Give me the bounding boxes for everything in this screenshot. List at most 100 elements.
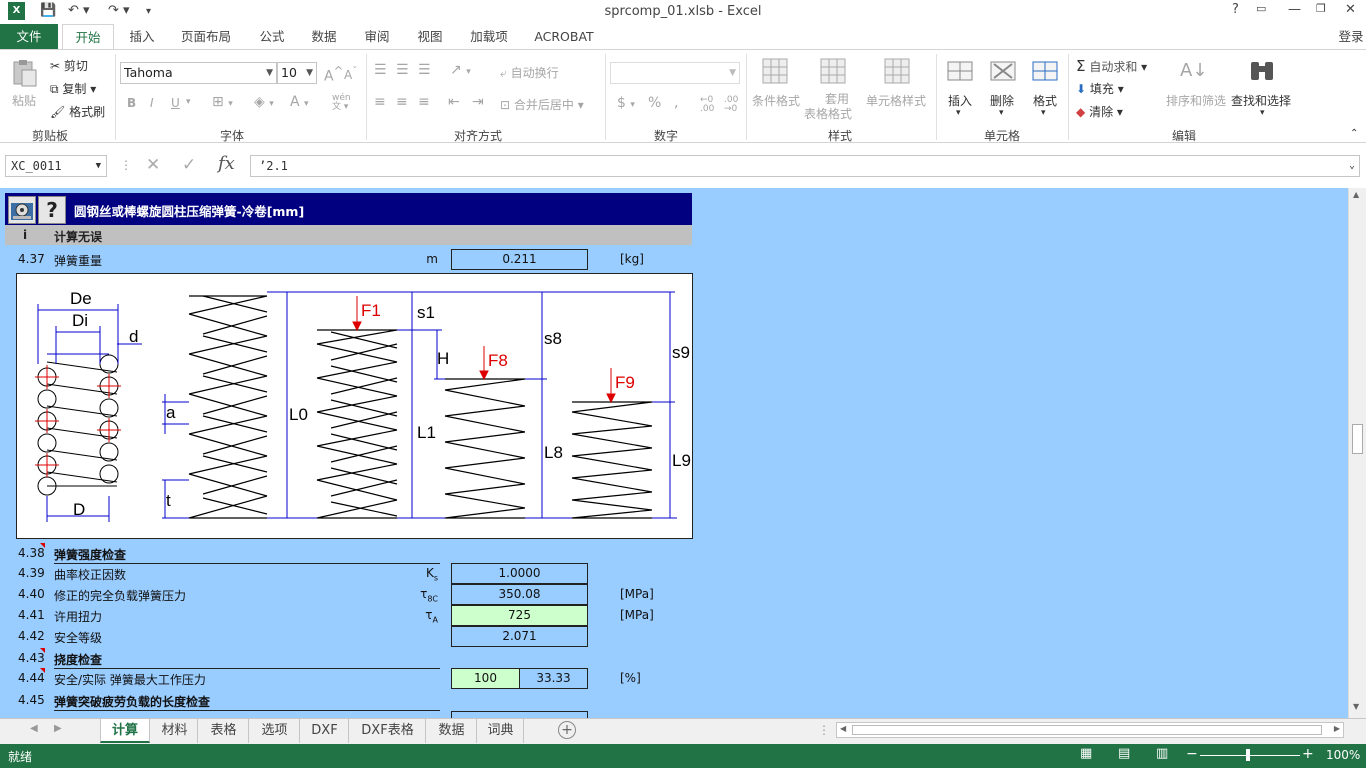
autosum-button[interactable]: Σ 自动求和 ▾ <box>1076 57 1147 75</box>
decrease-font-icon[interactable]: Aˇ <box>344 66 357 82</box>
add-sheet-icon[interactable]: + <box>558 721 576 739</box>
chevron-down-icon[interactable]: ▾ <box>186 97 191 107</box>
currency-button[interactable]: $ ▾ <box>617 95 635 111</box>
phonetic-icon[interactable]: wén 文 ▾ <box>332 94 351 112</box>
sheet-tab-data[interactable]: 数据 <box>427 719 477 743</box>
expand-formula-icon[interactable]: ⌄ <box>1349 156 1355 176</box>
row-value[interactable]: 2.071 <box>451 626 588 647</box>
orientation-icon[interactable]: ↗ ▾ <box>450 62 471 78</box>
decrease-indent-icon[interactable]: ⇤ <box>448 94 460 110</box>
help-button[interactable]: ? <box>1232 2 1239 17</box>
font-name-select[interactable]: Tahoma ▼ <box>120 62 277 84</box>
align-right-icon[interactable]: ≡ <box>418 94 430 110</box>
zoom-slider[interactable] <box>1200 755 1300 756</box>
tab-file[interactable]: 文件 <box>0 24 58 49</box>
binoculars-icon[interactable] <box>1247 56 1277 86</box>
increase-font-icon[interactable]: A^ <box>324 64 343 85</box>
decrease-decimal-icon[interactable]: .00 →0 <box>724 96 738 114</box>
percent-button[interactable]: % <box>648 95 661 111</box>
align-top-icon[interactable]: ☰ <box>374 62 387 78</box>
page-layout-view-icon[interactable]: ▤ <box>1118 746 1130 761</box>
scroll-up-icon[interactable]: ▲ <box>1353 190 1359 199</box>
clear-button[interactable]: ◆ 清除 ▾ <box>1076 103 1123 120</box>
bold-button[interactable]: B <box>127 96 136 110</box>
tab-data[interactable]: 数据 <box>304 24 344 49</box>
paste-button[interactable]: 粘贴 <box>12 92 36 109</box>
sheet-tab-dictionary[interactable]: 词典 <box>478 719 524 743</box>
tab-home[interactable]: 开始 <box>62 24 114 50</box>
merge-center-button[interactable]: ⊡ 合并后居中 ▾ <box>500 96 584 113</box>
prev-sheet-icon[interactable]: ◀ <box>30 723 38 734</box>
tab-insert[interactable]: 插入 <box>122 24 162 49</box>
fill-color-icon[interactable]: ◈ ▾ <box>254 94 274 110</box>
tab-review[interactable]: 审阅 <box>357 24 397 49</box>
close-button[interactable]: ✕ <box>1345 2 1356 17</box>
copy-button[interactable]: ⧉ 复制 ▾ <box>50 80 96 97</box>
underline-button[interactable]: U <box>171 96 180 110</box>
scroll-down-icon[interactable]: ▼ <box>1353 702 1359 711</box>
cut-button[interactable]: ✂ 剪切 <box>50 57 88 74</box>
tab-acrobat[interactable]: ACROBAT <box>530 24 598 49</box>
tab-view[interactable]: 视图 <box>410 24 450 49</box>
formula-input[interactable]: ’2.1 ⌄ <box>250 155 1360 177</box>
restore-button[interactable]: ❐ <box>1316 2 1326 15</box>
number-format-select[interactable]: ▼ <box>610 62 740 84</box>
zoom-out-icon[interactable]: − <box>1186 746 1198 762</box>
minimize-button[interactable]: — <box>1288 2 1301 17</box>
font-size-select[interactable]: 10 ▼ <box>277 62 317 84</box>
hscroll-thumb[interactable] <box>852 725 1322 735</box>
sheet-tab-dxf[interactable]: DXF <box>301 719 349 743</box>
zoom-in-icon[interactable]: + <box>1302 746 1314 762</box>
page-break-view-icon[interactable]: ▥ <box>1156 746 1168 761</box>
insert-function-icon[interactable]: fx <box>218 153 235 174</box>
fill-button[interactable]: ⬇ 填充 ▾ <box>1076 80 1124 97</box>
calc-settings-button[interactable] <box>8 196 36 224</box>
name-box[interactable]: XC_0011 ▼ <box>5 155 107 177</box>
cell-styles-button[interactable]: 单元格样式 <box>866 92 926 109</box>
sort-filter-button[interactable]: 排序和筛选 <box>1166 92 1226 109</box>
format-table-button[interactable]: 套用 表格格式 <box>804 92 852 122</box>
italic-button[interactable]: I <box>150 96 154 110</box>
row-value[interactable]: 33.33 <box>519 668 588 689</box>
delete-cells-icon[interactable] <box>988 56 1018 86</box>
increase-decimal-icon[interactable]: ←0.00 <box>700 96 714 114</box>
horizontal-scrollbar[interactable]: ◀ ▶ <box>836 722 1344 738</box>
format-cells-icon[interactable] <box>1030 56 1060 86</box>
sheet-tab-calc[interactable]: 计算 <box>100 719 150 743</box>
help-question-button[interactable]: ? <box>38 196 66 224</box>
sheet-tab-tables[interactable]: 表格 <box>199 719 249 743</box>
collapse-ribbon-icon[interactable]: ⌃ <box>1350 128 1358 139</box>
sort-filter-icon[interactable]: A↓ <box>1180 60 1207 81</box>
font-color-icon[interactable]: A ▾ <box>290 94 309 110</box>
align-middle-icon[interactable]: ☰ <box>396 62 409 78</box>
row-value[interactable]: 350.08 <box>451 584 588 605</box>
find-select-button[interactable]: 查找和选择 <box>1231 92 1291 109</box>
cancel-icon[interactable]: ✕ <box>146 155 160 175</box>
zoom-level[interactable]: 100% <box>1326 748 1360 762</box>
format-button[interactable]: 格式 <box>1033 92 1057 109</box>
wrap-text-button[interactable]: ⤶ 自动换行 <box>500 64 559 81</box>
row-value[interactable]: 1.0000 <box>451 563 588 584</box>
scroll-left-icon[interactable]: ◀ <box>840 724 846 733</box>
enter-icon[interactable]: ✓ <box>182 155 196 175</box>
ribbon-display-icon[interactable]: ▭ <box>1256 2 1266 15</box>
vertical-scrollbar[interactable]: ▲ ▼ <box>1348 188 1366 718</box>
delete-button[interactable]: 删除 <box>990 92 1014 109</box>
zoom-slider-handle[interactable] <box>1246 749 1250 761</box>
next-sheet-icon[interactable]: ▶ <box>54 723 62 734</box>
conditional-format-button[interactable]: 条件格式 <box>752 92 800 109</box>
worksheet[interactable]: ? 圆钢丝或棒螺旋圆柱压缩弹簧-冷卷[mm] i 计算无误 4.37 弹簧重量 … <box>0 188 1348 718</box>
row-value[interactable]: 0.211 <box>451 249 588 270</box>
tab-addins[interactable]: 加载项 <box>464 24 514 49</box>
scroll-thumb[interactable] <box>1352 424 1363 454</box>
increase-indent-icon[interactable]: ⇥ <box>472 94 484 110</box>
borders-icon[interactable]: ⊞ ▾ <box>212 94 233 110</box>
cell-styles-icon[interactable] <box>882 56 912 86</box>
row-value-input[interactable]: 100 <box>451 668 520 689</box>
split-handle[interactable]: ⋮ <box>818 723 830 737</box>
tab-page-layout[interactable]: 页面布局 <box>174 24 238 49</box>
scroll-right-icon[interactable]: ▶ <box>1334 724 1340 733</box>
login-link[interactable]: 登录 <box>1336 24 1366 49</box>
paste-icon[interactable] <box>10 58 40 88</box>
sheet-tab-dxf-tables[interactable]: DXF表格 <box>350 719 426 743</box>
